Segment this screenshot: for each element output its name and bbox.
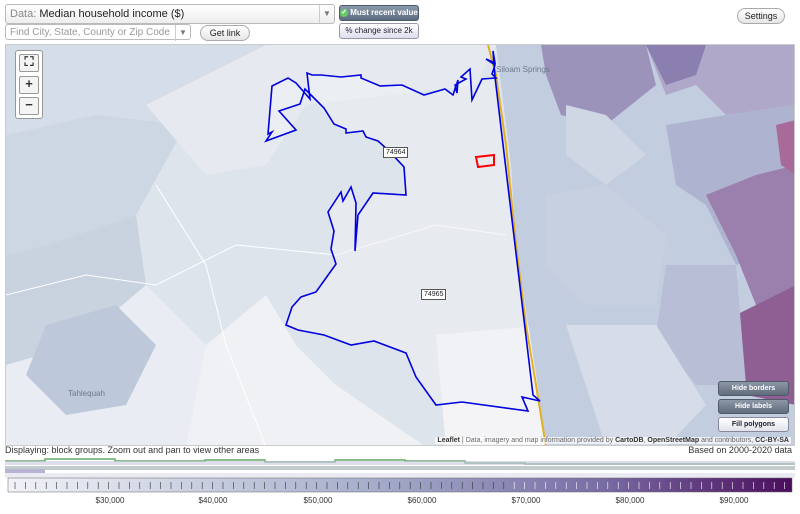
license-link[interactable]: CC-BY-SA: [755, 437, 789, 444]
search-placeholder: Find City, State, County or Zip Code: [10, 27, 170, 38]
osm-link[interactable]: OpenStreetMap: [647, 437, 699, 444]
data-select-label: Data:: [10, 8, 37, 20]
legend-histogram: [5, 458, 795, 493]
based-on-note: Based on 2000-2020 data: [688, 445, 792, 455]
chevron-down-icon[interactable]: ▼: [175, 25, 190, 41]
chevron-down-icon[interactable]: ▼: [319, 5, 334, 23]
legend-tick-label: $90,000: [719, 496, 749, 505]
map-canvas: [6, 45, 794, 445]
most-recent-toggle[interactable]: ✓ Must recent value: [339, 5, 419, 21]
legend-tick-label: $60,000: [407, 496, 437, 505]
hide-borders-button[interactable]: Hide borders: [718, 381, 789, 396]
map[interactable]: ⛶ + − 74964 74965 Tahlequah Siloam Sprin…: [5, 44, 795, 446]
zoom-in-button[interactable]: +: [19, 76, 39, 94]
zip-label-74964: 74964: [383, 147, 409, 158]
attrib-text: | Data, imagery and map information prov…: [459, 437, 616, 444]
legend-tick-label: $70,000: [511, 496, 541, 505]
cartodb-link[interactable]: CartoDB: [615, 437, 643, 444]
legend-tick-label: $40,000: [198, 496, 228, 505]
search-input[interactable]: Find City, State, County or Zip Code ▼: [5, 24, 191, 41]
legend-tick-label: $30,000: [95, 496, 125, 505]
leaflet-link[interactable]: Leaflet: [437, 437, 460, 444]
legend-scale[interactable]: $30,000 $40,000 $50,000 $60,000 $70,000 …: [5, 455, 795, 510]
attrib-rest: and contributors,: [699, 437, 756, 444]
most-recent-label: Must recent value: [350, 8, 418, 17]
get-link-button[interactable]: Get link: [200, 25, 250, 41]
display-note: Displaying: block groups. Zoom out and p…: [5, 445, 260, 455]
fullscreen-icon[interactable]: ⛶: [19, 54, 39, 72]
check-icon: ✓: [340, 8, 349, 17]
zip-label-74965: 74965: [421, 289, 447, 300]
pct-change-toggle[interactable]: % change since 2k: [339, 23, 419, 39]
place-label-siloam-springs: Siloam Springs: [496, 65, 550, 74]
data-select-value: Median household income ($): [39, 8, 185, 20]
settings-button[interactable]: Settings: [737, 8, 785, 24]
zoom-out-button[interactable]: −: [19, 97, 39, 115]
toolbar: Data: Median household income ($) ▼ Find…: [0, 0, 800, 44]
hide-labels-button[interactable]: Hide labels: [718, 399, 789, 414]
fill-polygons-button[interactable]: Fill polygons: [718, 417, 789, 432]
place-label-tahlequah: Tahlequah: [68, 389, 105, 398]
data-select[interactable]: Data: Median household income ($) ▼: [5, 4, 335, 24]
legend-tick-label: $80,000: [615, 496, 645, 505]
legend-tick-label: $50,000: [303, 496, 333, 505]
map-attribution: Leaflet | Data, imagery and map informat…: [435, 437, 791, 444]
zoom-controls: ⛶ + −: [15, 50, 43, 119]
